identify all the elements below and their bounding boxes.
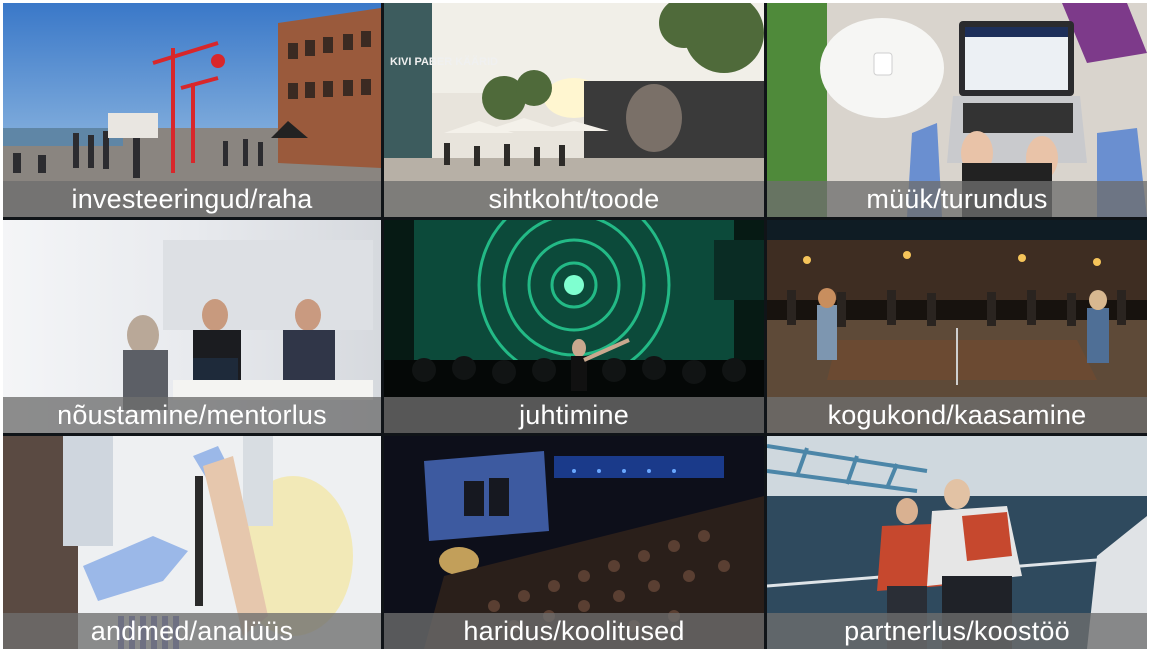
tile-investments: investeeringud/raha [3, 3, 381, 217]
terrace-sign-text: KIVI PABER KÄÄRID [390, 55, 498, 68]
tile-community: kogukond/kaasamine [767, 220, 1147, 433]
tile-destination: KIVI PABER KÄÄRID sihtkoht/toode [384, 3, 764, 217]
tile-data-analysis: andmed/analüüs [3, 436, 381, 649]
tile-caption: sihtkoht/toode [384, 181, 764, 217]
image-collage: investeeringud/raha KIVI PABER KÄÄRID si… [3, 3, 1147, 649]
tile-leadership: juhtimine [384, 220, 764, 433]
tile-caption: partnerlus/koostöö [767, 613, 1147, 649]
tile-caption: juhtimine [384, 397, 764, 433]
tile-grid: investeeringud/raha KIVI PABER KÄÄRID si… [3, 3, 1147, 649]
tile-caption: kogukond/kaasamine [767, 397, 1147, 433]
tile-caption: andmed/analüüs [3, 613, 381, 649]
tile-caption: nõustamine/mentorlus [3, 397, 381, 433]
tile-education: haridus/koolitused [384, 436, 764, 649]
tile-caption: müük/turundus [767, 181, 1147, 217]
tile-caption: investeeringud/raha [3, 181, 381, 217]
tile-partnership: partnerlus/koostöö [767, 436, 1147, 649]
tile-caption: haridus/koolitused [384, 613, 764, 649]
tile-mentoring: nõustamine/mentorlus [3, 220, 381, 433]
tile-sales: müük/turundus [767, 3, 1147, 217]
